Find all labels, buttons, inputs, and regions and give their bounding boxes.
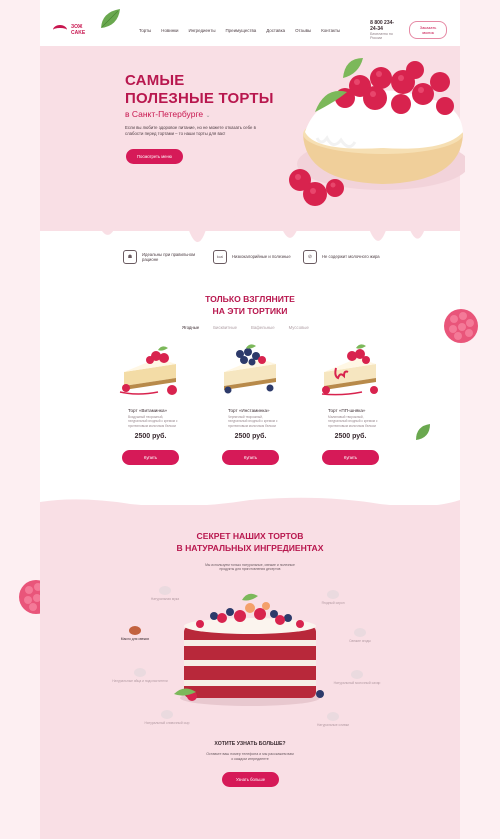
nav-item-advantages[interactable]: Преимущества <box>226 28 257 33</box>
product-description: Малиновый творожный, натуральный ягодный… <box>328 415 378 428</box>
product-price: 2500 руб. <box>134 433 167 440</box>
leaf-decoration <box>416 424 430 440</box>
logo-text: ЗОЖ CAKE <box>71 24 86 36</box>
product-name: Торт «Инстаминка» <box>228 408 270 413</box>
products-title-line: НА ЭТИ ТОРТИКИ <box>212 305 288 316</box>
products-section-title: ТОЛЬКО ВЗГЛЯНИТЕ НА ЭТИ ТОРТИКИ <box>0 294 500 317</box>
product-card: Торт «Инстаминка» Черничный творожный, н… <box>218 342 283 465</box>
hero-title-line: ПОЛЕЗНЫЕ ТОРТЫ <box>125 90 274 107</box>
ingredient-label: Натуральный молочный сахар <box>333 681 381 685</box>
butter-icon <box>129 626 141 635</box>
buy-button[interactable]: Купить <box>122 450 179 465</box>
nav-item-reviews[interactable]: Отзывы <box>295 28 311 33</box>
ingredient-item: Масло для свежих <box>100 626 170 641</box>
no-milk-icon: ⊘ <box>303 250 317 264</box>
logo[interactable]: ЗОЖ CAKE <box>53 24 93 36</box>
hero-title-line: САМЫЕ <box>125 72 185 89</box>
ingredients-subtitle: Мы используем только натуральные, свежие… <box>205 563 295 572</box>
category-tabs: Ягодные Бисквитные Вафельные Муссовые <box>177 324 309 331</box>
nav-item-cakes[interactable]: Торты <box>139 28 151 33</box>
cake-slice-image <box>321 344 378 396</box>
ingredients-title-line: СЕКРЕТ НАШИХ ТОРТОВ <box>196 531 304 541</box>
city-selector[interactable]: в Санкт-Петербурге ⌄ <box>125 109 211 119</box>
phone-number[interactable]: 8 800 234-24-34 <box>370 20 397 32</box>
product-price: 2500 руб. <box>334 433 367 440</box>
feature-item: ☗ Идеальны при правильном рационе <box>123 250 203 264</box>
nav-item-ingredients[interactable]: Ингредиенты <box>189 28 216 33</box>
phone-block: 8 800 234-24-34 Бесплатно по России <box>370 20 397 40</box>
main-nav: Торты Новинки Ингредиенты Преимущества Д… <box>139 28 340 33</box>
product-card: Торт «Витаминка» Воздушный творожный, на… <box>118 342 183 465</box>
buy-button[interactable]: Купить <box>222 450 279 465</box>
sugar-icon <box>351 670 363 679</box>
ingredient-item: Свежие ягоды <box>325 628 395 643</box>
nav-item-delivery[interactable]: Доставка <box>266 28 285 33</box>
kcal-icon: kcal <box>213 250 227 264</box>
ingredient-item: Натуральный сливочный сыр <box>132 710 202 725</box>
city-label: в Санкт-Петербурге <box>125 109 204 119</box>
ingredient-label: Натуральные сливки <box>317 723 349 727</box>
product-description: Воздушный творожный, натуральный ягодный… <box>128 415 178 428</box>
product-list: Торт «Витаминка» Воздушный творожный, на… <box>118 342 383 465</box>
tab-waffle[interactable]: Вафельные <box>251 325 275 330</box>
ingredient-label: Свежие ягоды <box>349 639 371 643</box>
chevron-down-icon: ⌄ <box>205 113 211 119</box>
buy-button[interactable]: Купить <box>322 450 379 465</box>
page: ЗОЖ CAKE Торты Новинки Ингредиенты Преим… <box>0 0 500 839</box>
product-card: Торт «ПП-шняка» Малиновый творожный, нат… <box>318 342 383 465</box>
feature-item: kcal Низкокалорийные и полезные <box>213 250 293 264</box>
ingredients-title-line: В НАТУРАЛЬНЫХ ИНГРЕДИЕНТАХ <box>176 542 324 553</box>
ingredient-label: Натуральные яйца и подсластители <box>112 679 168 683</box>
feature-text: Низкокалорийные и полезные <box>232 254 291 260</box>
nav-item-new[interactable]: Новинки <box>161 28 178 33</box>
ingredient-item: Натуральный молочный сахар <box>322 670 392 685</box>
products-title-line: ТОЛЬКО ВЗГЛЯНИТЕ <box>205 294 295 304</box>
logo-icon <box>53 25 67 35</box>
phone-note: Бесплатно по России <box>370 32 393 40</box>
ingredient-item: Натуральные сливки <box>298 712 368 727</box>
tab-berry[interactable]: Ягодные <box>177 324 199 331</box>
product-name: Торт «ПП-шняка» <box>328 408 366 413</box>
learn-more-text: Оставьте ваш номер телефона и мы расскаж… <box>206 752 294 761</box>
hero-description: Если вы любите здоровое питание, но не м… <box>125 125 256 136</box>
ingredient-label: Масло для свежих <box>120 637 150 641</box>
cheese-icon <box>161 710 173 719</box>
berries-icon <box>354 628 366 637</box>
feature-text: Не содержит молочного жира <box>322 254 380 260</box>
nav-item-contacts[interactable]: Контакты <box>321 28 340 33</box>
hero-title: САМЫЕ ПОЛЕЗНЫЕ ТОРТЫ <box>125 72 274 108</box>
brush-stroke-divider <box>40 497 460 512</box>
learn-more-button[interactable]: Узнать больше <box>222 772 279 787</box>
tab-biscuit[interactable]: Бисквитные <box>213 325 237 330</box>
product-price: 2500 руб. <box>234 433 267 440</box>
tab-mousse[interactable]: Муссовые <box>289 325 309 330</box>
feature-item: ⊘ Не содержит молочного жира <box>303 250 383 264</box>
chef-hat-icon: ☗ <box>123 250 137 264</box>
learn-more-title: ХОТИТЕ УЗНАТЬ БОЛЬШЕ? <box>214 741 286 747</box>
view-menu-button[interactable]: Посмотреть меню <box>126 149 183 164</box>
product-description: Черничный творожный, натуральный ягодный… <box>228 415 278 428</box>
ingredient-item: Натуральные яйца и подсластители <box>105 668 175 683</box>
callback-button[interactable]: Заказать звонок <box>409 21 447 39</box>
cake-slice-image <box>119 346 177 395</box>
product-name: Торт «Витаминка» <box>128 408 168 413</box>
red-velvet-cake-image <box>174 593 324 706</box>
feature-text: Идеальны при правильном рационе <box>142 251 195 263</box>
eggs-icon <box>134 668 146 677</box>
hero-cake-image <box>289 58 465 206</box>
cream-icon <box>327 712 339 721</box>
learn-more-description: Оставьте ваш номер телефона и мы расскаж… <box>0 752 500 761</box>
cake-slice-image <box>224 344 276 394</box>
ingredient-label: Натуральный сливочный сыр <box>144 721 190 725</box>
features-row: ☗ Идеальны при правильном рационе kcal Н… <box>123 250 383 264</box>
ingredients-section-title: СЕКРЕТ НАШИХ ТОРТОВ В НАТУРАЛЬНЫХ ИНГРЕД… <box>0 531 500 554</box>
